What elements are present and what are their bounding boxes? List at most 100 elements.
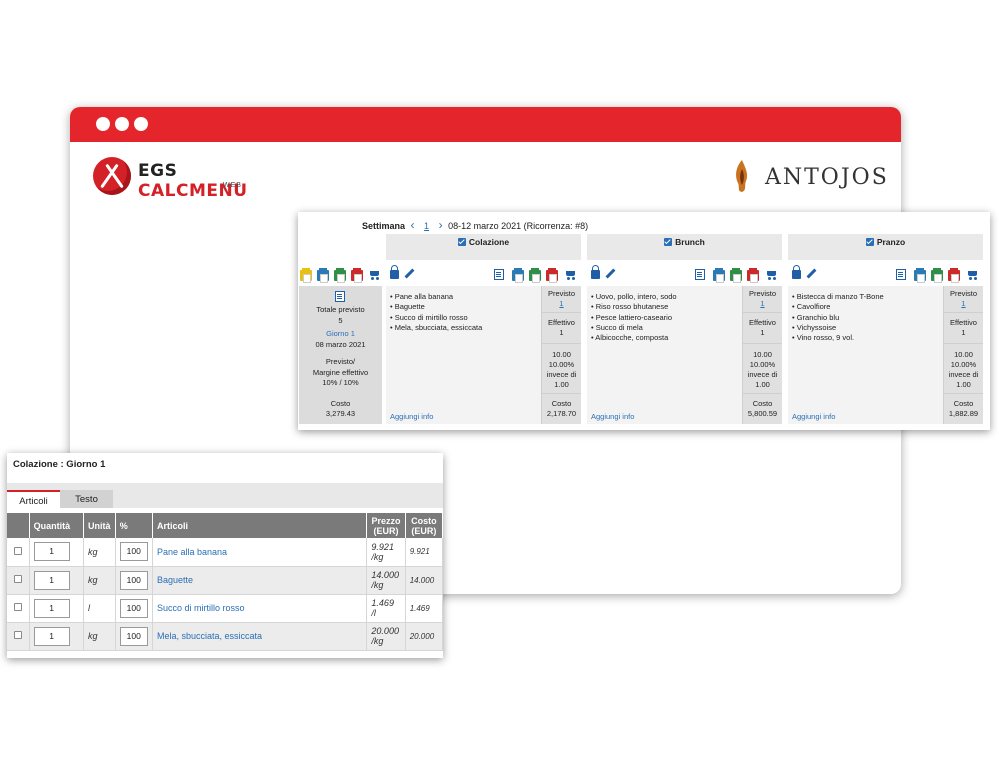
edit-icon[interactable]	[605, 268, 616, 279]
print-green-icon[interactable]	[931, 268, 943, 283]
add-info-link[interactable]: Aggiungi info	[591, 412, 634, 421]
day-date: 08 marzo 2021	[315, 339, 366, 349]
stat-pct: 10.00%	[548, 360, 575, 369]
window-dot-3[interactable]	[134, 117, 148, 131]
print-red-icon[interactable]	[546, 268, 558, 283]
document-icon[interactable]	[494, 269, 504, 280]
print-red-icon[interactable]	[747, 268, 759, 283]
window-dot-1[interactable]	[96, 117, 110, 131]
document-icon[interactable]	[335, 291, 345, 302]
tab-bar: Articoli Testo	[7, 483, 443, 508]
print-blue-icon[interactable]	[512, 268, 524, 283]
row-checkbox[interactable]	[13, 603, 22, 611]
previsto-link[interactable]: 1	[542, 299, 581, 309]
quantity-input[interactable]: 1	[33, 570, 70, 590]
print-red-icon[interactable]	[948, 268, 960, 283]
tab-testo[interactable]: Testo	[60, 490, 113, 508]
effettivo-label: Effettivo	[950, 318, 977, 327]
cost-value: 14.000	[405, 566, 444, 595]
row-checkbox[interactable]	[13, 546, 22, 555]
document-icon[interactable]	[896, 269, 906, 280]
previsto-link[interactable]: 1	[743, 299, 782, 309]
week-number-link[interactable]: 1	[424, 221, 429, 231]
cart-icon[interactable]	[564, 270, 576, 280]
meal-header-brunch[interactable]: Brunch	[587, 234, 782, 260]
article-link[interactable]: Succo di mirtillo rosso	[152, 594, 368, 623]
percent-input[interactable]: 100	[119, 626, 148, 646]
edit-icon[interactable]	[806, 268, 817, 279]
unit-cell: kg	[83, 566, 116, 595]
checkbox-checked-icon[interactable]	[664, 238, 673, 246]
document-icon[interactable]	[695, 269, 705, 280]
previsto-link[interactable]: 1	[944, 299, 983, 309]
print-blue-icon[interactable]	[317, 268, 329, 283]
meal-item: • Riso rosso bhutanese	[591, 302, 669, 312]
giorno-link[interactable]: Giorno 1	[299, 329, 382, 340]
articoli-header[interactable]: Articoli	[152, 513, 368, 538]
lock-icon[interactable]	[390, 265, 399, 279]
meal-name: Colazione	[468, 237, 510, 247]
margine-label-1: Previsto/	[325, 357, 356, 366]
quantity-input[interactable]: 1	[33, 542, 70, 562]
add-info-link[interactable]: Aggiungi info	[390, 412, 433, 421]
print-yellow-icon[interactable]	[300, 268, 312, 283]
cart-icon[interactable]	[966, 270, 978, 280]
stat-pct: 10.00%	[749, 360, 776, 369]
price-unit: /kg	[371, 580, 384, 590]
checkbox-checked-icon[interactable]	[457, 238, 466, 246]
checkbox-checked-icon[interactable]	[865, 238, 874, 246]
lock-icon[interactable]	[792, 265, 801, 279]
meal-body-pranzo: • Bistecca di manzo T-Bone • Cavolfiore …	[788, 286, 983, 424]
meal-item: • Uovo, pollo, intero, sodo	[591, 292, 677, 301]
article-link[interactable]: Baguette	[152, 566, 368, 595]
antojos-logo: ANTOJOS	[733, 157, 893, 197]
effettivo-value: 1	[760, 328, 765, 337]
window-dot-2[interactable]	[115, 117, 129, 131]
meal-items: • Pane alla banana • Baguette • Succo di…	[390, 292, 482, 333]
totale-previsto-label: Totale previsto	[316, 305, 365, 314]
menu-planner-panel: Settimana ‹ 1 › 08-12 marzo 2021 (Ricorr…	[298, 212, 990, 430]
article-link[interactable]: Pane alla banana	[152, 538, 368, 567]
row-checkbox[interactable]	[13, 631, 22, 639]
next-week-icon[interactable]: ›	[439, 218, 443, 232]
print-blue-icon[interactable]	[713, 268, 725, 283]
quantita-header[interactable]: Quantità	[29, 513, 85, 538]
cart-icon[interactable]	[368, 270, 380, 280]
percent-input[interactable]: 100	[119, 598, 148, 618]
cart-icon[interactable]	[765, 270, 777, 280]
prev-week-icon[interactable]: ‹	[411, 218, 415, 232]
costo-value: 1,882.89	[948, 409, 979, 418]
meal-header-pranzo[interactable]: Pranzo	[788, 234, 983, 260]
table-row: 1 kg 100 Mela, sbucciata, essiccata 20.0…	[7, 622, 444, 651]
add-info-link[interactable]: Aggiungi info	[792, 412, 835, 421]
previsto-label: Previsto	[949, 289, 978, 298]
percent-input[interactable]: 100	[119, 570, 148, 590]
print-green-icon[interactable]	[334, 268, 346, 283]
meal-stats: Previsto 1 Effettivo 1 10.00 10.00% invece d…	[943, 286, 983, 424]
effettivo-label: Effettivo	[749, 318, 776, 327]
unit-cell: kg	[83, 622, 116, 651]
tab-articoli[interactable]: Articoli	[7, 490, 60, 508]
article-link[interactable]: Mela, sbucciata, essiccata	[152, 622, 368, 651]
costo-label: Costo	[551, 399, 572, 408]
meal-items: • Bistecca di manzo T-Bone • Cavolfiore …	[792, 292, 884, 343]
meal-name: Pranzo	[876, 237, 906, 247]
meal-detail-popup: Colazione : Giorno 1 Articoli Testo Quan…	[7, 453, 444, 658]
week-label: Settimana	[362, 221, 406, 231]
print-green-icon[interactable]	[730, 268, 742, 283]
quantity-input[interactable]: 1	[33, 598, 70, 618]
print-blue-icon[interactable]	[914, 268, 926, 283]
print-green-icon[interactable]	[529, 268, 541, 283]
costo-header[interactable]: Costo	[410, 516, 438, 526]
prezzo-header[interactable]: Prezzo	[371, 516, 401, 526]
percent-input[interactable]: 100	[119, 542, 148, 562]
quantity-input[interactable]: 1	[33, 626, 70, 646]
edit-icon[interactable]	[404, 268, 415, 279]
pct-header[interactable]: %	[115, 513, 153, 538]
meal-header-colazione[interactable]: Colazione	[386, 234, 581, 260]
margine-label-2: Margine effettivo	[312, 367, 369, 377]
lock-icon[interactable]	[591, 265, 600, 279]
print-red-icon[interactable]	[351, 268, 363, 283]
row-checkbox[interactable]	[13, 575, 22, 583]
unita-header[interactable]: Unità	[83, 513, 116, 538]
